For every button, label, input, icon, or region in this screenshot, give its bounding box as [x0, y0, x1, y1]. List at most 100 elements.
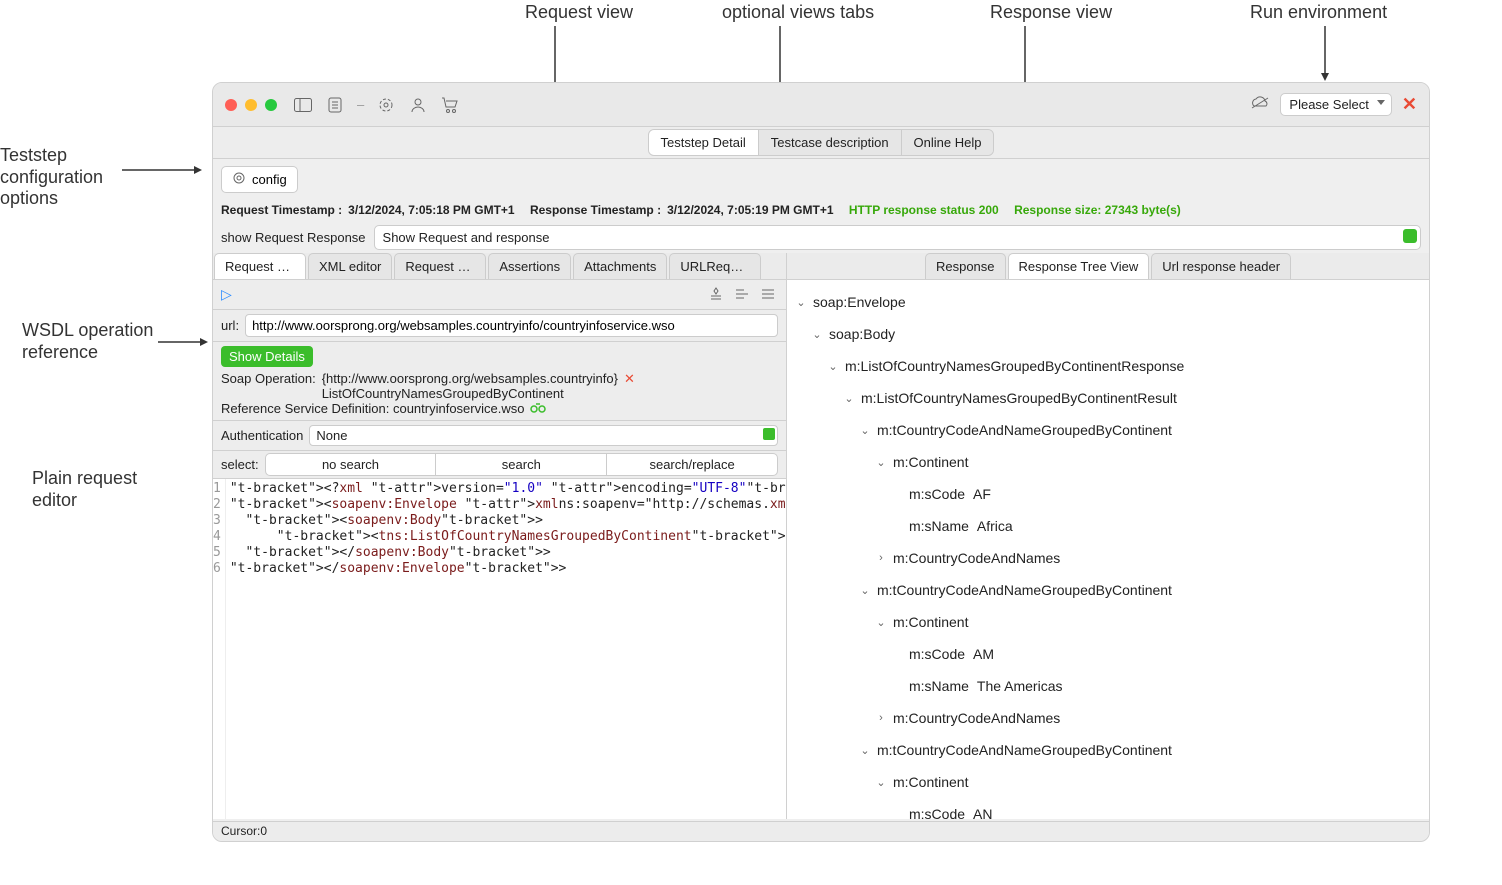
arrow-runenv — [1320, 26, 1330, 81]
search-opt-nosearch[interactable]: no search — [266, 454, 437, 475]
traffic-lights — [225, 99, 277, 111]
sidebar-toggle-icon[interactable] — [293, 95, 313, 115]
tree-node[interactable]: ⌄soap:Envelope — [787, 286, 1429, 318]
auth-row: Authentication None — [213, 421, 786, 451]
format-icon-2[interactable] — [734, 286, 752, 304]
environment-select[interactable]: Please Select — [1280, 93, 1392, 116]
tree-node[interactable]: ⌄m:Continent — [787, 766, 1429, 798]
format-icon-3[interactable] — [760, 286, 778, 304]
top-tabs: Teststep Detail Testcase description Onl… — [213, 127, 1429, 159]
arrow-teststep — [122, 166, 202, 174]
editor-toolbar: ▷ — [213, 280, 786, 310]
line-gutter: 123456 — [213, 479, 226, 819]
response-timestamp-label: Response Timestamp : — [530, 203, 661, 217]
search-opt-search[interactable]: search — [436, 454, 607, 475]
config-label: config — [252, 172, 287, 187]
auth-label: Authentication — [221, 428, 303, 443]
minimize-window[interactable] — [245, 99, 257, 111]
config-button[interactable]: config — [221, 166, 298, 193]
tree-node[interactable]: ⌄m:tCountryCodeAndNameGroupedByContinent — [787, 574, 1429, 606]
response-timestamp-value: 3/12/2024, 7:05:19 PM GMT+1 — [667, 203, 833, 217]
separator: – — [357, 97, 364, 112]
tree-node[interactable]: m:sNameAfrica — [787, 510, 1429, 542]
document-icon[interactable] — [325, 95, 345, 115]
response-tree[interactable]: ⌄soap:Envelope⌄soap:Body⌄m:ListOfCountry… — [787, 280, 1429, 819]
status-footer: Cursor:0 — [213, 821, 1429, 841]
tree-node[interactable]: ⌄soap:Body — [787, 318, 1429, 350]
tab-online-help[interactable]: Online Help — [902, 130, 994, 155]
soap-operation-label: Soap Operation: — [221, 371, 316, 386]
url-input[interactable] — [245, 314, 778, 337]
environment-select-value: Please Select — [1289, 97, 1369, 112]
maximize-window[interactable] — [265, 99, 277, 111]
tab-request-with-2[interactable]: Request wit… — [394, 253, 486, 279]
show-rr-label: show Request Response — [221, 230, 366, 245]
tab-assertions[interactable]: Assertions — [488, 253, 571, 279]
tab-xml-editor[interactable]: XML editor — [308, 253, 392, 279]
show-details-button[interactable]: Show Details — [221, 346, 313, 367]
tree-node[interactable]: ›m:CountryCodeAndNames — [787, 702, 1429, 734]
show-rr-select[interactable]: Show Request and response — [374, 225, 1421, 250]
tab-testcase-description[interactable]: Testcase description — [759, 130, 902, 155]
http-status: HTTP response status 200 — [849, 203, 999, 217]
annot-optional-views: optional views tabs — [722, 2, 874, 24]
titlebar: – Please Select ✕ — [213, 83, 1429, 127]
request-pane: Request wit… XML editor Request wit… Ass… — [213, 253, 787, 819]
annot-request-view: Request view — [525, 2, 633, 24]
tab-url-response-header[interactable]: Url response header — [1151, 253, 1291, 279]
auth-select[interactable]: None — [309, 425, 778, 446]
tab-request-with-1[interactable]: Request wit… — [214, 253, 306, 279]
response-tabs: Response Response Tree View Url response… — [787, 253, 1429, 280]
code-area[interactable]: "t-bracket"><?xml "t-attr">version="1.0"… — [226, 479, 786, 819]
tree-node[interactable]: m:sNameThe Americas — [787, 670, 1429, 702]
annot-run-env: Run environment — [1250, 2, 1387, 24]
close-x-button[interactable]: ✕ — [1402, 94, 1417, 115]
request-timestamp-value: 3/12/2024, 7:05:18 PM GMT+1 — [348, 203, 514, 217]
annot-teststep: Teststep configuration options — [0, 145, 103, 210]
play-button[interactable]: ▷ — [221, 286, 232, 303]
response-size: Response size: 27343 byte(s) — [1014, 203, 1181, 217]
xml-editor[interactable]: 123456 "t-bracket"><?xml "t-attr">versio… — [213, 479, 786, 819]
tree-node[interactable]: ⌄m:Continent — [787, 446, 1429, 478]
tab-response[interactable]: Response — [925, 253, 1006, 279]
tab-url-request[interactable]: URLReques… — [669, 253, 761, 279]
tree-node[interactable]: ⌄m:ListOfCountryNamesGroupedByContinentR… — [787, 382, 1429, 414]
soap-operation-value: {http://www.oorsprong.org/websamples.cou… — [322, 371, 618, 401]
tree-node[interactable]: ›m:CountryCodeAndNames — [787, 542, 1429, 574]
tree-node[interactable]: ⌄m:ListOfCountryNamesGroupedByContinentR… — [787, 350, 1429, 382]
tree-node[interactable]: ⌄m:Continent — [787, 606, 1429, 638]
tree-node[interactable]: m:sCodeAM — [787, 638, 1429, 670]
tab-response-tree[interactable]: Response Tree View — [1008, 253, 1150, 279]
tab-teststep-detail[interactable]: Teststep Detail — [649, 130, 759, 155]
annot-response-view: Response view — [990, 2, 1112, 24]
tree-node[interactable]: m:sCodeAF — [787, 478, 1429, 510]
url-label: url: — [221, 318, 239, 333]
offline-icon[interactable] — [1250, 96, 1270, 113]
format-icon-1[interactable] — [708, 286, 726, 304]
details-row: Show Details Soap Operation: {http://www… — [213, 342, 786, 421]
dropdown-indicator-icon — [1403, 229, 1417, 243]
tree-node[interactable]: ⌄m:tCountryCodeAndNameGroupedByContinent — [787, 414, 1429, 446]
search-opt-replace[interactable]: search/replace — [607, 454, 777, 475]
arrow-wsdl — [158, 338, 208, 346]
search-row: select: no search search search/replace — [213, 451, 786, 479]
show-rr-value: Show Request and response — [383, 230, 550, 245]
url-row: url: — [213, 310, 786, 342]
tab-attachments[interactable]: Attachments — [573, 253, 667, 279]
binoculars-icon[interactable] — [530, 401, 546, 416]
app-window: – Please Select ✕ Teststep Detail Testca… — [212, 82, 1430, 842]
tree-node[interactable]: ⌄m:tCountryCodeAndNameGroupedByContinent — [787, 734, 1429, 766]
annot-wsdl: WSDL operation reference — [22, 320, 153, 363]
delete-operation-icon[interactable]: ✕ — [624, 371, 635, 387]
search-label: select: — [221, 457, 259, 472]
tree-node[interactable]: m:sCodeAN — [787, 798, 1429, 819]
user-icon[interactable] — [408, 95, 428, 115]
cart-icon[interactable] — [440, 95, 460, 115]
sync-icon[interactable] — [376, 95, 396, 115]
close-window[interactable] — [225, 99, 237, 111]
timestamp-row: Request Timestamp : 3/12/2024, 7:05:18 P… — [213, 199, 1429, 221]
request-tabs: Request wit… XML editor Request wit… Ass… — [213, 253, 786, 280]
dropdown-indicator-icon — [763, 428, 775, 440]
show-request-response-row: show Request Response Show Request and r… — [213, 221, 1429, 253]
config-row: config — [213, 159, 1429, 199]
